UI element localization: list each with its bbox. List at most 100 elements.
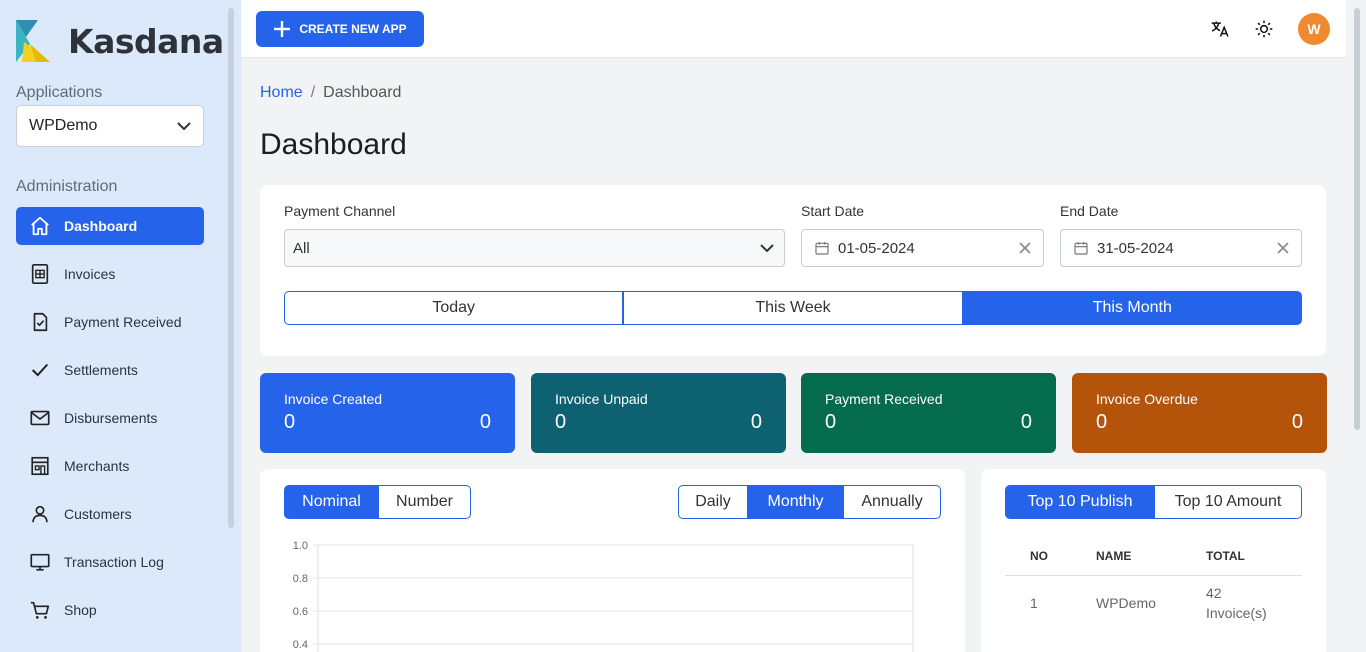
sidebar-nav: Dashboard Invoices Payment Received Sett… xyxy=(16,207,204,639)
range-toggle: Daily Monthly Annually xyxy=(678,485,941,519)
chevron-down-icon xyxy=(760,244,774,253)
start-date-value: 01-05-2024 xyxy=(838,239,915,257)
kasdana-logo-icon xyxy=(16,20,50,62)
column-header-total: TOTAL xyxy=(1206,549,1245,563)
range-annually-button[interactable]: Annually xyxy=(844,485,941,519)
range-daily-button[interactable]: Daily xyxy=(678,485,748,519)
plus-icon xyxy=(274,21,291,37)
sidebar-item-dashboard[interactable]: Dashboard xyxy=(16,207,204,245)
stat-value: 0 xyxy=(1096,411,1108,433)
sidebar-item-label: Merchants xyxy=(64,458,130,474)
stat-value: 0 xyxy=(750,411,762,433)
create-new-app-button[interactable]: CREATE NEW APP xyxy=(256,11,424,47)
metric-toggle: Nominal Number xyxy=(284,485,471,519)
end-date-input[interactable]: 31-05-2024 xyxy=(1060,229,1302,267)
sidebar-item-label: Settlements xyxy=(64,362,138,378)
home-icon xyxy=(28,214,52,238)
sidebar-item-shop[interactable]: Shop xyxy=(16,591,204,629)
row-no: 1 xyxy=(1030,595,1038,611)
cart-icon xyxy=(28,598,52,622)
stat-card-invoice-unpaid: Invoice Unpaid 0 0 xyxy=(531,373,786,453)
period-today-button[interactable]: Today xyxy=(284,291,624,325)
stat-value: 0 xyxy=(1291,411,1303,433)
create-new-app-label: CREATE NEW APP xyxy=(299,22,407,36)
sidebar-item-label: Customers xyxy=(64,506,132,522)
sidebar-item-label: Transaction Log xyxy=(64,554,164,570)
chart-y-tick-label: 0.6 xyxy=(293,606,308,618)
application-select-value: WPDemo xyxy=(29,117,98,134)
check-icon xyxy=(28,358,52,382)
stat-value: 0 xyxy=(825,411,837,433)
period-selector: Today This Week This Month xyxy=(284,291,1302,325)
administration-label: Administration xyxy=(16,178,118,195)
translate-icon[interactable] xyxy=(1208,17,1232,41)
sidebar: Kasdana Applications WPDemo Administrati… xyxy=(0,0,241,652)
stat-value: 0 xyxy=(1020,411,1032,433)
app-name: Kasdana xyxy=(68,21,224,61)
metric-nominal-button[interactable]: Nominal xyxy=(284,485,379,519)
sidebar-item-payment-received[interactable]: Payment Received xyxy=(16,303,204,341)
sidebar-scrollbar[interactable] xyxy=(228,8,234,528)
sidebar-item-invoices[interactable]: Invoices xyxy=(16,255,204,293)
page-title: Dashboard xyxy=(260,128,407,161)
row-total-unit: Invoice(s) xyxy=(1206,605,1267,621)
sidebar-item-label: Payment Received xyxy=(64,314,182,330)
sidebar-item-label: Shop xyxy=(64,602,97,618)
stat-card-payment-received: Payment Received 0 0 xyxy=(801,373,1056,453)
filter-card: Payment Channel All Start Date 01-05-202… xyxy=(260,185,1326,356)
chart-card: Nominal Number Daily Monthly Annually 1.… xyxy=(260,469,965,652)
payment-channel-select[interactable]: All xyxy=(284,229,785,267)
app-logo[interactable]: Kasdana xyxy=(16,20,224,62)
row-total: 42 xyxy=(1206,585,1222,601)
start-date-input[interactable]: 01-05-2024 xyxy=(801,229,1044,267)
payment-channel-value: All xyxy=(293,239,310,257)
user-avatar[interactable]: W xyxy=(1298,13,1330,45)
top10-toggle: Top 10 Publish Top 10 Amount xyxy=(1005,485,1302,519)
sidebar-item-transaction-log[interactable]: Transaction Log xyxy=(16,543,204,581)
top10-amount-tab[interactable]: Top 10 Amount xyxy=(1155,485,1302,519)
stat-label: Invoice Overdue xyxy=(1096,391,1198,407)
store-icon xyxy=(28,454,52,478)
clear-icon[interactable] xyxy=(1277,242,1289,254)
metric-number-button[interactable]: Number xyxy=(379,485,471,519)
stat-value: 0 xyxy=(479,411,491,433)
topbar: CREATE NEW APP W xyxy=(241,0,1346,58)
column-header-name: NAME xyxy=(1096,549,1132,563)
period-this-week-button[interactable]: This Week xyxy=(623,291,963,325)
sidebar-item-settlements[interactable]: Settlements xyxy=(16,351,204,389)
stat-card-invoice-overdue: Invoice Overdue 0 0 xyxy=(1072,373,1327,453)
sidebar-item-label: Invoices xyxy=(64,266,116,282)
theme-toggle-icon[interactable] xyxy=(1252,17,1276,41)
stat-label: Invoice Created xyxy=(284,391,383,407)
sidebar-item-label: Disbursements xyxy=(64,410,158,426)
range-monthly-button[interactable]: Monthly xyxy=(748,485,844,519)
sidebar-item-merchants[interactable]: Merchants xyxy=(16,447,204,485)
calendar-icon xyxy=(1074,242,1088,255)
payment-channel-label: Payment Channel xyxy=(284,203,396,219)
chart-y-tick-label: 0.4 xyxy=(293,639,308,651)
start-date-label: Start Date xyxy=(801,203,865,219)
sidebar-item-disbursements[interactable]: Disbursements xyxy=(16,399,204,437)
clear-icon[interactable] xyxy=(1019,242,1031,254)
period-this-month-button[interactable]: This Month xyxy=(962,291,1302,325)
table-divider xyxy=(1005,575,1302,576)
breadcrumb-current: Dashboard xyxy=(323,84,402,101)
sidebar-item-customers[interactable]: Customers xyxy=(16,495,204,533)
chevron-down-icon xyxy=(177,122,191,131)
breadcrumb-separator: / xyxy=(310,84,316,101)
stat-label: Invoice Unpaid xyxy=(555,391,648,407)
application-select[interactable]: WPDemo xyxy=(16,105,204,147)
stat-card-invoice-created: Invoice Created 0 0 xyxy=(260,373,515,453)
line-chart: 1.0 0.8 0.6 0.4 xyxy=(293,540,914,652)
stat-label: Payment Received xyxy=(825,391,943,407)
top10-publish-tab[interactable]: Top 10 Publish xyxy=(1005,485,1155,519)
end-date-label: End Date xyxy=(1060,203,1119,219)
breadcrumb: Home / Dashboard xyxy=(260,84,401,102)
applications-label: Applications xyxy=(16,84,103,101)
stat-value: 0 xyxy=(284,411,296,433)
monitor-icon xyxy=(28,550,52,574)
invoice-icon xyxy=(28,262,52,286)
page-scrollbar[interactable] xyxy=(1354,8,1360,430)
chart-y-tick-label: 1.0 xyxy=(293,540,308,552)
breadcrumb-home-link[interactable]: Home xyxy=(260,84,303,101)
